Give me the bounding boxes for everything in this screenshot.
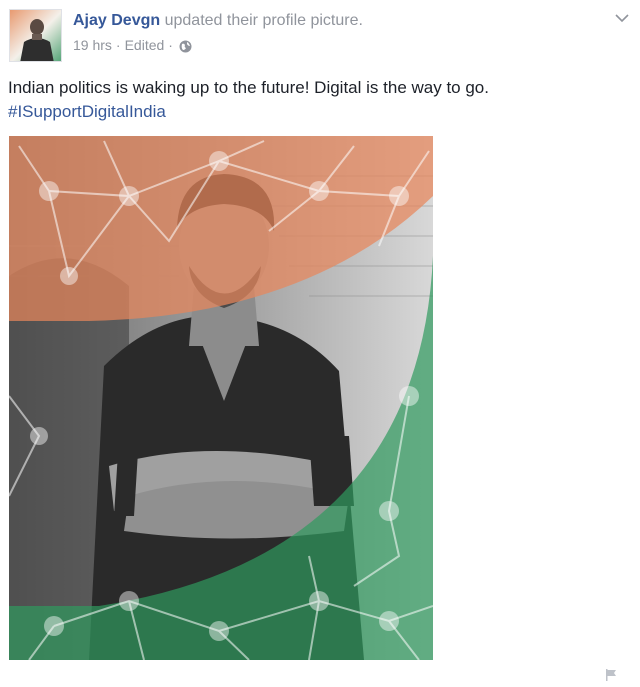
profile-picture-photo[interactable] — [9, 136, 433, 660]
author-name-link[interactable]: Ajay Devgn — [73, 12, 160, 29]
post-timestamp[interactable]: 19 hrs — [73, 36, 112, 54]
post-meta: 19 hrs · Edited · — [73, 36, 192, 54]
meta-separator-2: · — [168, 37, 173, 53]
hashtag-link[interactable]: #ISupportDigitalIndia — [8, 100, 608, 124]
feed-post: Ajay Devgn updated their profile picture… — [0, 0, 640, 685]
post-text: Indian politics is waking up to the futu… — [8, 76, 608, 124]
author-avatar[interactable] — [9, 9, 62, 62]
status-text: Indian politics is waking up to the futu… — [8, 78, 489, 97]
meta-separator: · — [115, 37, 121, 53]
flag-icon[interactable] — [604, 668, 618, 682]
post-header: Ajay Devgn updated their profile picture… — [73, 11, 363, 31]
post-action-text: updated their profile picture. — [164, 12, 363, 29]
chevron-down-icon[interactable] — [614, 11, 630, 23]
globe-icon[interactable] — [179, 39, 192, 52]
edited-label[interactable]: Edited — [125, 36, 165, 54]
